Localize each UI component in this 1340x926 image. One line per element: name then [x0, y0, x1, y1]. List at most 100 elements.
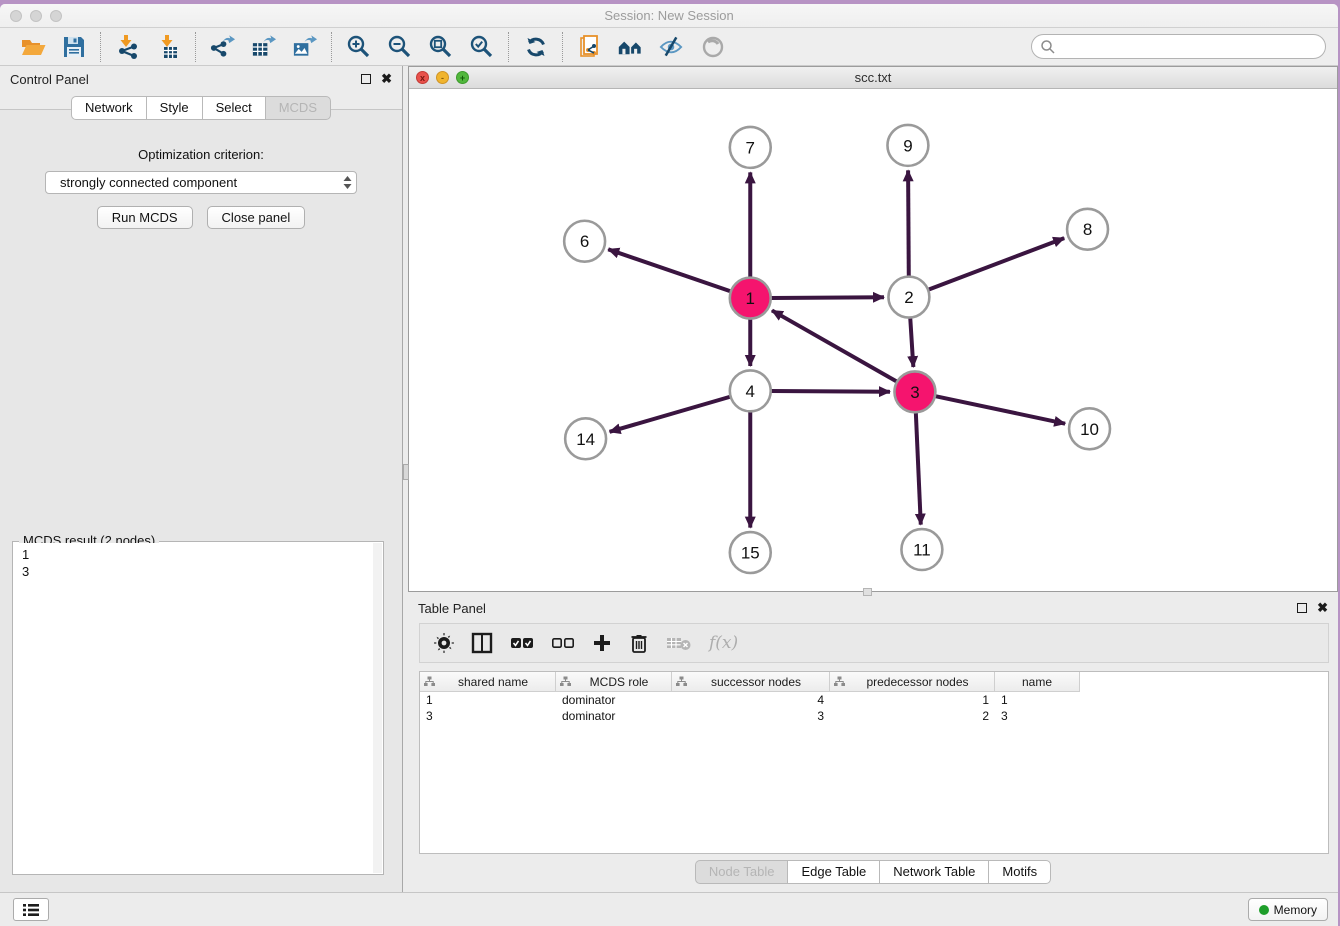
- import-network-icon[interactable]: [114, 33, 141, 60]
- node-table[interactable]: shared nameMCDS rolesuccessor nodesprede…: [419, 671, 1329, 854]
- tab-style[interactable]: Style: [146, 96, 202, 120]
- memory-button[interactable]: Memory: [1248, 898, 1328, 921]
- graph-edge-4-3[interactable]: [771, 391, 890, 392]
- eye-disabled-icon: [699, 33, 726, 60]
- column-header-name[interactable]: name: [995, 672, 1080, 692]
- zoom-selected-icon[interactable]: [468, 33, 495, 60]
- search-input[interactable]: [1061, 40, 1317, 54]
- minimize-network-icon[interactable]: -: [436, 71, 449, 84]
- table-cell[interactable]: 1: [420, 692, 556, 708]
- close-panel-icon[interactable]: ✖: [381, 74, 392, 84]
- refresh-icon[interactable]: [522, 33, 549, 60]
- tab-mcds[interactable]: MCDS: [265, 96, 331, 120]
- maximize-network-icon[interactable]: +: [456, 71, 469, 84]
- graph-edge-1-2[interactable]: [771, 297, 884, 298]
- graph-node-label-8: 8: [1083, 220, 1092, 239]
- column-header-MCDS-role[interactable]: MCDS role: [556, 672, 672, 692]
- toolbar-separator: [508, 32, 509, 62]
- splitter-grabber[interactable]: [403, 464, 409, 480]
- control-panel-title: Control Panel: [10, 72, 89, 87]
- tab-select[interactable]: Select: [202, 96, 265, 120]
- settings-icon[interactable]: [434, 633, 454, 653]
- criterion-select[interactable]: strongly connected component: [45, 171, 357, 194]
- graph-edge-2-3[interactable]: [910, 318, 913, 367]
- result-scrollbar[interactable]: [373, 543, 382, 873]
- column-header-predecessor-nodes[interactable]: predecessor nodes: [830, 672, 995, 692]
- close-network-icon[interactable]: x: [416, 71, 429, 84]
- graph-edge-2-9[interactable]: [908, 170, 909, 276]
- graph-edge-4-14[interactable]: [610, 397, 731, 432]
- table-header-row: shared nameMCDS rolesuccessor nodesprede…: [420, 672, 1328, 692]
- tab-motifs[interactable]: Motifs: [988, 860, 1051, 884]
- close-panel-button[interactable]: Close panel: [207, 206, 306, 229]
- graph-edge-1-6[interactable]: [608, 249, 730, 291]
- column-type-icon: [424, 676, 435, 687]
- column-header-successor-nodes[interactable]: successor nodes: [672, 672, 830, 692]
- open-session-icon[interactable]: [19, 33, 46, 60]
- zoom-out-icon[interactable]: [386, 33, 413, 60]
- table-cell[interactable]: dominator: [556, 692, 672, 708]
- hide-graphics-icon[interactable]: [658, 33, 685, 60]
- minimize-window-icon[interactable]: [30, 10, 42, 22]
- tab-edge-table[interactable]: Edge Table: [787, 860, 879, 884]
- graph-edge-3-11[interactable]: [916, 413, 921, 525]
- table-row[interactable]: 1dominator411: [420, 692, 1328, 708]
- delete-column-icon[interactable]: [629, 632, 649, 654]
- graph-node-label-9: 9: [903, 136, 912, 155]
- zoom-fit-icon[interactable]: [427, 33, 454, 60]
- zoom-window-icon[interactable]: [50, 10, 62, 22]
- window-titlebar: Session: New Session: [0, 4, 1338, 28]
- criterion-value: strongly connected component: [60, 175, 237, 190]
- toolbar-separator: [100, 32, 101, 62]
- table-cell[interactable]: 1: [830, 692, 995, 708]
- search-field[interactable]: [1031, 34, 1326, 59]
- split-panel-icon[interactable]: [471, 632, 493, 654]
- task-history-button[interactable]: [13, 898, 49, 921]
- run-mcds-button[interactable]: Run MCDS: [97, 206, 193, 229]
- table-row[interactable]: 3dominator323: [420, 708, 1328, 724]
- table-cell[interactable]: 3: [672, 708, 830, 724]
- float-panel-icon[interactable]: [1297, 603, 1307, 613]
- tab-network-table[interactable]: Network Table: [879, 860, 988, 884]
- table-cell[interactable]: 2: [830, 708, 995, 724]
- save-session-icon[interactable]: [60, 33, 87, 60]
- table-cell[interactable]: 1: [995, 692, 1080, 708]
- table-cell[interactable]: 3: [420, 708, 556, 724]
- table-cell[interactable]: 4: [672, 692, 830, 708]
- table-cell[interactable]: dominator: [556, 708, 672, 724]
- clone-network-icon[interactable]: [576, 33, 603, 60]
- zoom-in-icon[interactable]: [345, 33, 372, 60]
- network-window-titlebar[interactable]: x - + scc.txt: [409, 67, 1337, 89]
- table-body: 1dominator4113dominator323: [420, 692, 1328, 724]
- tab-network[interactable]: Network: [71, 96, 146, 120]
- splitter-grabber[interactable]: [863, 588, 872, 596]
- unselect-all-icon[interactable]: [551, 636, 575, 650]
- graph-edge-3-1[interactable]: [772, 310, 897, 381]
- float-panel-icon[interactable]: [361, 74, 371, 84]
- close-panel-icon[interactable]: ✖: [1317, 603, 1328, 613]
- window-controls-inactive[interactable]: [10, 10, 62, 22]
- control-panel: Control Panel ✖ NetworkStyleSelectMCDS O…: [0, 66, 402, 892]
- close-window-icon[interactable]: [10, 10, 22, 22]
- session-title: Session: New Session: [0, 4, 1338, 28]
- import-table-icon[interactable]: [155, 33, 182, 60]
- table-cell[interactable]: 3: [995, 708, 1080, 724]
- mcds-result-list[interactable]: 1 3: [14, 543, 382, 873]
- show-all-networks-icon[interactable]: [617, 33, 644, 60]
- graph-edge-2-8[interactable]: [929, 238, 1065, 290]
- export-image-icon[interactable]: [291, 33, 318, 60]
- network-graph[interactable]: 7968124314101511: [409, 89, 1337, 591]
- graph-edge-3-10[interactable]: [935, 396, 1065, 423]
- add-column-icon[interactable]: [592, 633, 612, 653]
- column-header-shared-name[interactable]: shared name: [420, 672, 556, 692]
- horizontal-splitter[interactable]: [408, 592, 1338, 595]
- graph-node-label-6: 6: [580, 232, 589, 251]
- export-table-icon[interactable]: [250, 33, 277, 60]
- network-canvas[interactable]: 7968124314101511: [409, 89, 1337, 591]
- vertical-splitter[interactable]: [402, 66, 408, 892]
- column-type-icon: [676, 676, 687, 687]
- tab-node-table[interactable]: Node Table: [695, 860, 788, 884]
- graph-node-label-11: 11: [913, 541, 931, 560]
- export-network-icon[interactable]: [209, 33, 236, 60]
- select-all-icon[interactable]: [510, 636, 534, 650]
